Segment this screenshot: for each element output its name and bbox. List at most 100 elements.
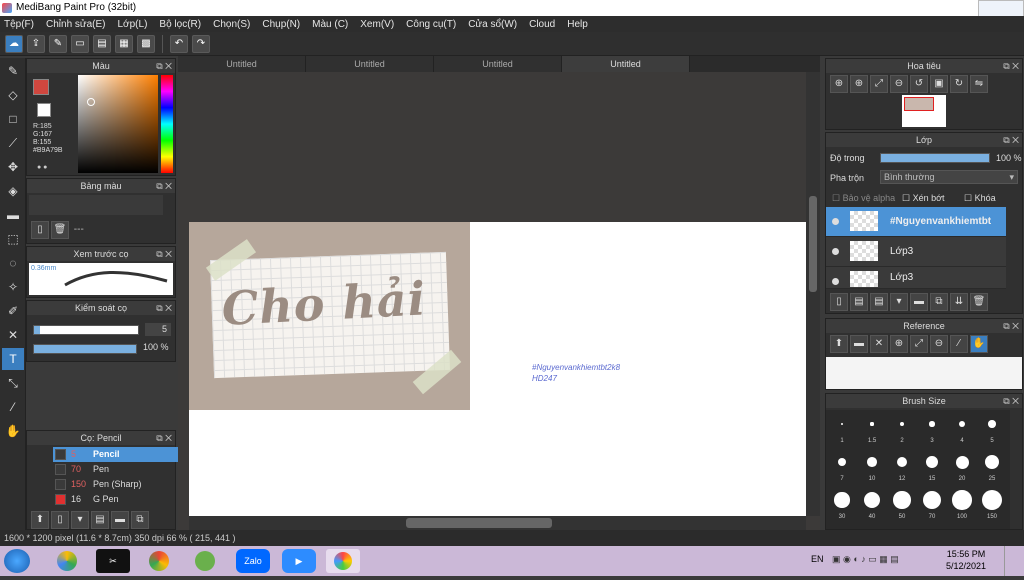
- zoom-out-icon[interactable]: ⊖: [890, 75, 908, 93]
- horizontal-scroll-thumb[interactable]: [406, 518, 552, 528]
- menu-tools[interactable]: Công cụ(T): [406, 19, 456, 30]
- layer-row[interactable]: Lớp3: [826, 237, 1006, 267]
- zoom-in-icon[interactable]: ⊕: [890, 335, 908, 353]
- reference-area[interactable]: [826, 357, 1022, 389]
- brush-size-cell[interactable]: 150: [978, 488, 1006, 524]
- copy-layer-icon[interactable]: ▤: [850, 293, 868, 311]
- menu-cloud[interactable]: Cloud: [529, 19, 555, 30]
- panel-controls-icon[interactable]: ⧉ ✕: [156, 301, 172, 315]
- redo-icon[interactable]: ↷: [192, 34, 210, 53]
- clock[interactable]: 15:56 PM 5/12/2021: [946, 548, 986, 572]
- folder-icon[interactable]: ▬: [111, 511, 129, 529]
- magic-wand-icon[interactable]: ✧: [2, 276, 24, 298]
- hand-tool-icon[interactable]: ✋: [2, 420, 24, 442]
- chrome-icon[interactable]: [142, 549, 176, 573]
- clipping-checkbox[interactable]: ☐ Xén bớt: [902, 193, 945, 204]
- tray-icons[interactable]: ▣ ◉ ◐ ♪ ▭ ▦ ▤: [832, 554, 899, 565]
- brush-size-cell[interactable]: 3: [918, 412, 946, 448]
- eyedropper-tool-icon[interactable]: ⁄: [2, 396, 24, 418]
- blend-mode-select[interactable]: Bình thường ▾: [880, 170, 1018, 184]
- lasso-tool-icon[interactable]: ◌: [2, 252, 24, 274]
- new-layer-icon[interactable]: ▯: [830, 293, 848, 311]
- brush-size-cell[interactable]: 7: [828, 450, 856, 486]
- brush-size-value[interactable]: 5: [145, 323, 171, 336]
- picker-cursor[interactable]: [87, 98, 95, 106]
- brush-size-grid[interactable]: 1 1.5 2 3 4 5 7 10 12 15 20 25 30 40 50 70 100 150: [826, 410, 1010, 529]
- add-brush-icon[interactable]: ⬆: [31, 511, 49, 529]
- menu-snap[interactable]: Chụp(N): [262, 19, 300, 30]
- menu-view[interactable]: Xem(V): [360, 19, 394, 30]
- undo-icon[interactable]: ↶: [170, 34, 188, 53]
- brush-size-cell[interactable]: 10: [858, 450, 886, 486]
- tab-document[interactable]: Untitled: [434, 56, 562, 72]
- tab-document-active[interactable]: Untitled: [562, 56, 690, 72]
- menu-layer[interactable]: Lớp(L): [118, 19, 148, 30]
- brush-item[interactable]: 16 G Pen: [53, 492, 189, 507]
- reset-icon[interactable]: ▣: [930, 75, 948, 93]
- eye-icon[interactable]: [832, 278, 839, 285]
- panel-controls-icon[interactable]: ⧉ ✕: [156, 431, 172, 445]
- menu-help[interactable]: Help: [567, 19, 588, 30]
- fit-icon[interactable]: ⤢: [910, 335, 928, 353]
- brush-menu-icon[interactable]: ▾: [71, 511, 89, 529]
- brush-opacity-slider[interactable]: [33, 344, 137, 354]
- tab-document[interactable]: Untitled: [306, 56, 434, 72]
- brush-size-cell[interactable]: 1.5: [858, 412, 886, 448]
- foreground-color-swatch[interactable]: [33, 79, 49, 95]
- chrome-canary-icon[interactable]: [50, 549, 84, 573]
- brush-size-cell[interactable]: 25: [978, 450, 1006, 486]
- background-color-swatch[interactable]: [37, 103, 51, 117]
- duplicate-layer-icon[interactable]: ⧉: [930, 293, 948, 311]
- saturation-value-picker[interactable]: [78, 75, 158, 173]
- fit-icon[interactable]: ⤢: [870, 75, 888, 93]
- copy-brush-icon[interactable]: ▤: [91, 511, 109, 529]
- rotate-right-icon[interactable]: ↻: [950, 75, 968, 93]
- brush-size-cell[interactable]: 2: [888, 412, 916, 448]
- palette-area[interactable]: [29, 195, 163, 215]
- utorrent-icon[interactable]: [188, 549, 222, 573]
- grid-icon[interactable]: ▩: [137, 34, 155, 53]
- tab-document[interactable]: Untitled: [178, 56, 306, 72]
- brush-size-cell[interactable]: 30: [828, 488, 856, 524]
- eraser-tool-icon[interactable]: ◇: [2, 84, 24, 106]
- comment-icon[interactable]: ✎: [49, 34, 67, 53]
- new-brush-icon[interactable]: ▯: [51, 511, 69, 529]
- merge-icon[interactable]: ⇊: [950, 293, 968, 311]
- folder-icon[interactable]: ▬: [910, 293, 928, 311]
- layer-row[interactable]: #Nguyenvankhiemtbt: [826, 207, 1006, 237]
- brush-size-cell[interactable]: 70: [918, 488, 946, 524]
- layer-menu-icon[interactable]: ▾: [890, 293, 908, 311]
- zalo-icon[interactable]: Zalo: [236, 549, 270, 573]
- shape-tool-icon[interactable]: □: [2, 108, 24, 130]
- brush-size-cell[interactable]: 40: [858, 488, 886, 524]
- folder-icon[interactable]: ▬: [850, 335, 868, 353]
- capcut-icon[interactable]: ✂: [96, 549, 130, 573]
- operation-tool-icon[interactable]: ⤡: [2, 372, 24, 394]
- medibang-icon[interactable]: [326, 549, 360, 573]
- duplicate-icon[interactable]: ⧉: [131, 511, 149, 529]
- lock-checkbox[interactable]: ☐ Khóa: [964, 193, 996, 204]
- move-tool-icon[interactable]: ✥: [2, 156, 24, 178]
- menu-window[interactable]: Cửa sổ(W): [468, 19, 517, 30]
- panel-controls-icon[interactable]: ⧉ ✕: [1003, 394, 1019, 408]
- zoom-in-icon[interactable]: ⊕: [850, 75, 868, 93]
- select-tool-icon[interactable]: ⬚: [2, 228, 24, 250]
- panel-controls-icon[interactable]: ⧉ ✕: [1003, 319, 1019, 333]
- layer-row[interactable]: Lớp3: [826, 267, 1006, 289]
- panel-controls-icon[interactable]: ⧉ ✕: [156, 59, 172, 73]
- layer-opacity-slider[interactable]: [880, 153, 990, 163]
- eyedropper-icon[interactable]: ⁄: [950, 335, 968, 353]
- eye-icon[interactable]: [832, 248, 839, 255]
- gradient-tool-icon[interactable]: ▬: [2, 204, 24, 226]
- vertical-scroll-thumb[interactable]: [809, 196, 817, 292]
- zoom-out-icon[interactable]: ⊖: [930, 335, 948, 353]
- hand-icon[interactable]: ✋: [970, 335, 988, 353]
- brush-item[interactable]: 70 Pen: [53, 462, 189, 477]
- panel-controls-icon[interactable]: ⧉ ✕: [1003, 133, 1019, 147]
- page-icon[interactable]: ▤: [93, 34, 111, 53]
- flip-icon[interactable]: ⇋: [970, 75, 988, 93]
- text-tool-icon[interactable]: T: [2, 348, 24, 370]
- start-button[interactable]: [4, 549, 30, 573]
- upload-icon[interactable]: ⬆: [830, 335, 848, 353]
- panel-controls-icon[interactable]: ⧉ ✕: [156, 179, 172, 193]
